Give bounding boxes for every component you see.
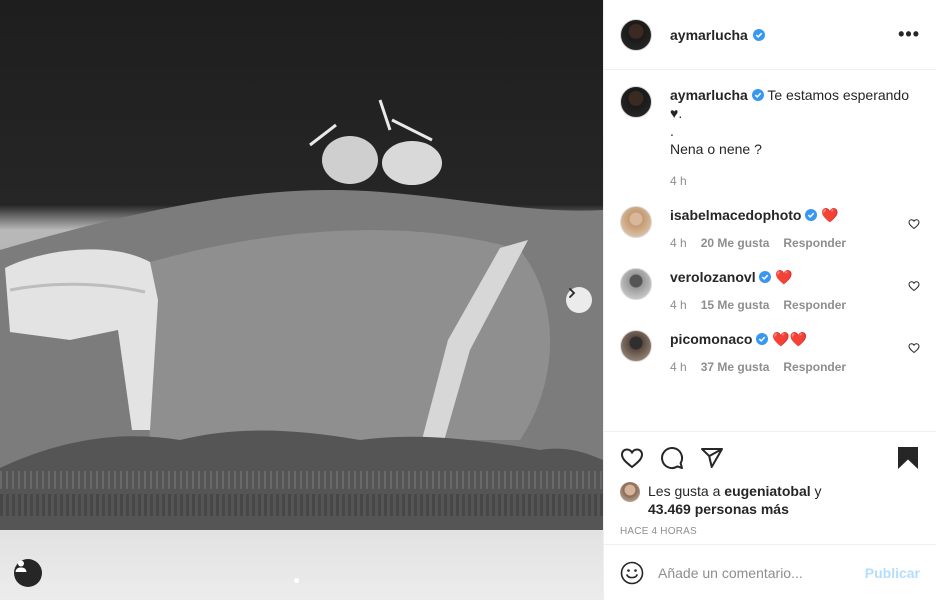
carousel-indicator [294, 578, 299, 583]
caption-line-2: ♥. [670, 105, 683, 121]
comment-content: ❤️ [775, 269, 793, 285]
post-actions: Les gusta a eugeniatobal y 43.469 person… [604, 431, 936, 537]
comment-icon[interactable] [660, 446, 684, 470]
share-icon[interactable] [700, 446, 724, 470]
comment-meta: 4 h 37 Me gusta Responder [670, 358, 908, 376]
comment-text: verolozanovl ❤️ [670, 268, 908, 286]
likes-count[interactable]: 43.469 personas más [648, 501, 789, 517]
comment-time[interactable]: 4 h [670, 234, 687, 252]
action-bar [620, 444, 920, 472]
tagged-users-button[interactable] [14, 559, 42, 587]
author-avatar[interactable] [620, 18, 652, 51]
author-avatar[interactable] [620, 86, 652, 118]
comment-body: picomonaco ❤️❤️ 4 h 37 Me gusta Responde… [670, 330, 908, 376]
comment-meta: 4 h 20 Me gusta Responder [670, 234, 908, 252]
reply-button[interactable]: Responder [783, 358, 846, 376]
commenter-avatar[interactable] [620, 268, 652, 300]
heart-icon[interactable] [908, 342, 920, 354]
comment-meta: 4 h 15 Me gusta Responder [670, 296, 908, 314]
chevron-right-icon [569, 288, 576, 298]
reply-button[interactable]: Responder [783, 296, 846, 314]
author-username[interactable]: aymarlucha [670, 27, 748, 43]
caption-body: aymarlucha Te estamos esperando ♥. . Nen… [670, 86, 920, 190]
more-options-button[interactable]: ••• [898, 24, 920, 45]
comment-time[interactable]: 4 h [670, 296, 687, 314]
likes-summary: Les gusta a eugeniatobal y 43.469 person… [620, 482, 920, 518]
user-tag-icon [15, 560, 27, 572]
caption-line-1: Te estamos esperando [767, 87, 909, 103]
heart-icon[interactable] [908, 218, 920, 230]
verified-badge-icon [756, 333, 769, 345]
heart-icon[interactable] [908, 280, 920, 292]
comment-likes[interactable]: 37 Me gusta [701, 358, 770, 376]
post-header: aymarlucha ••• [604, 0, 936, 70]
comment-text: picomonaco ❤️❤️ [670, 330, 908, 348]
caption-line-4: Nena o nene ? [670, 141, 762, 157]
emoji-icon[interactable] [620, 561, 644, 585]
comment-item: picomonaco ❤️❤️ 4 h 37 Me gusta Responde… [620, 330, 920, 376]
post-side-panel: aymarlucha ••• aymarlucha Te estamos esp… [603, 0, 936, 600]
comment-item: verolozanovl ❤️ 4 h 15 Me gusta Responde… [620, 268, 920, 314]
comment-body: verolozanovl ❤️ 4 h 15 Me gusta Responde… [670, 268, 908, 314]
verified-badge-icon [752, 28, 765, 41]
bookmark-icon[interactable] [896, 446, 920, 470]
comment-content: ❤️❤️ [772, 331, 808, 347]
author-info: aymarlucha [670, 27, 765, 43]
liker-avatar[interactable] [620, 482, 640, 502]
caption-line-3: . [670, 123, 674, 139]
likes-prefix: Les gusta a [648, 483, 721, 499]
more-icon: ••• [898, 24, 920, 44]
comment-text: isabelmacedophoto ❤️ [670, 206, 908, 224]
likes-text: Les gusta a eugeniatobal y 43.469 person… [648, 482, 822, 518]
reply-button[interactable]: Responder [783, 234, 846, 252]
liker-username[interactable]: eugeniatobal [724, 483, 810, 499]
photo-illustration [0, 99, 603, 530]
commenter-avatar[interactable] [620, 206, 652, 238]
comment-input[interactable] [658, 564, 865, 581]
next-photo-button[interactable] [566, 287, 592, 313]
comment-likes[interactable]: 15 Me gusta [701, 296, 770, 314]
comment-username[interactable]: isabelmacedophoto [670, 207, 801, 223]
caption-time[interactable]: 4 h [670, 172, 687, 190]
comment-body: isabelmacedophoto ❤️ 4 h 20 Me gusta Res… [670, 206, 908, 252]
comment-likes[interactable]: 20 Me gusta [701, 234, 770, 252]
comment-username[interactable]: picomonaco [670, 331, 752, 347]
post-photo[interactable] [0, 0, 603, 600]
post-caption: aymarlucha Te estamos esperando ♥. . Nen… [620, 86, 920, 190]
comment-username[interactable]: verolozanovl [670, 269, 756, 285]
comments-list: aymarlucha Te estamos esperando ♥. . Nen… [604, 70, 936, 431]
heart-icon[interactable] [620, 446, 644, 470]
caption-text: aymarlucha Te estamos esperando ♥. . Nen… [670, 86, 920, 158]
add-comment-bar: Publicar [604, 544, 936, 600]
publish-button[interactable]: Publicar [865, 565, 920, 581]
verified-badge-icon [751, 89, 764, 101]
verified-badge-icon [759, 271, 772, 283]
caption-meta: 4 h [670, 172, 920, 190]
comment-content: ❤️ [821, 207, 839, 223]
likes-joiner: y [814, 483, 822, 499]
commenter-avatar[interactable] [620, 330, 652, 362]
comment-time[interactable]: 4 h [670, 358, 687, 376]
verified-badge-icon [805, 209, 818, 221]
comment-item: isabelmacedophoto ❤️ 4 h 20 Me gusta Res… [620, 206, 920, 252]
caption-username[interactable]: aymarlucha [670, 87, 748, 103]
post-timestamp[interactable]: HACE 4 HORAS [620, 526, 920, 537]
